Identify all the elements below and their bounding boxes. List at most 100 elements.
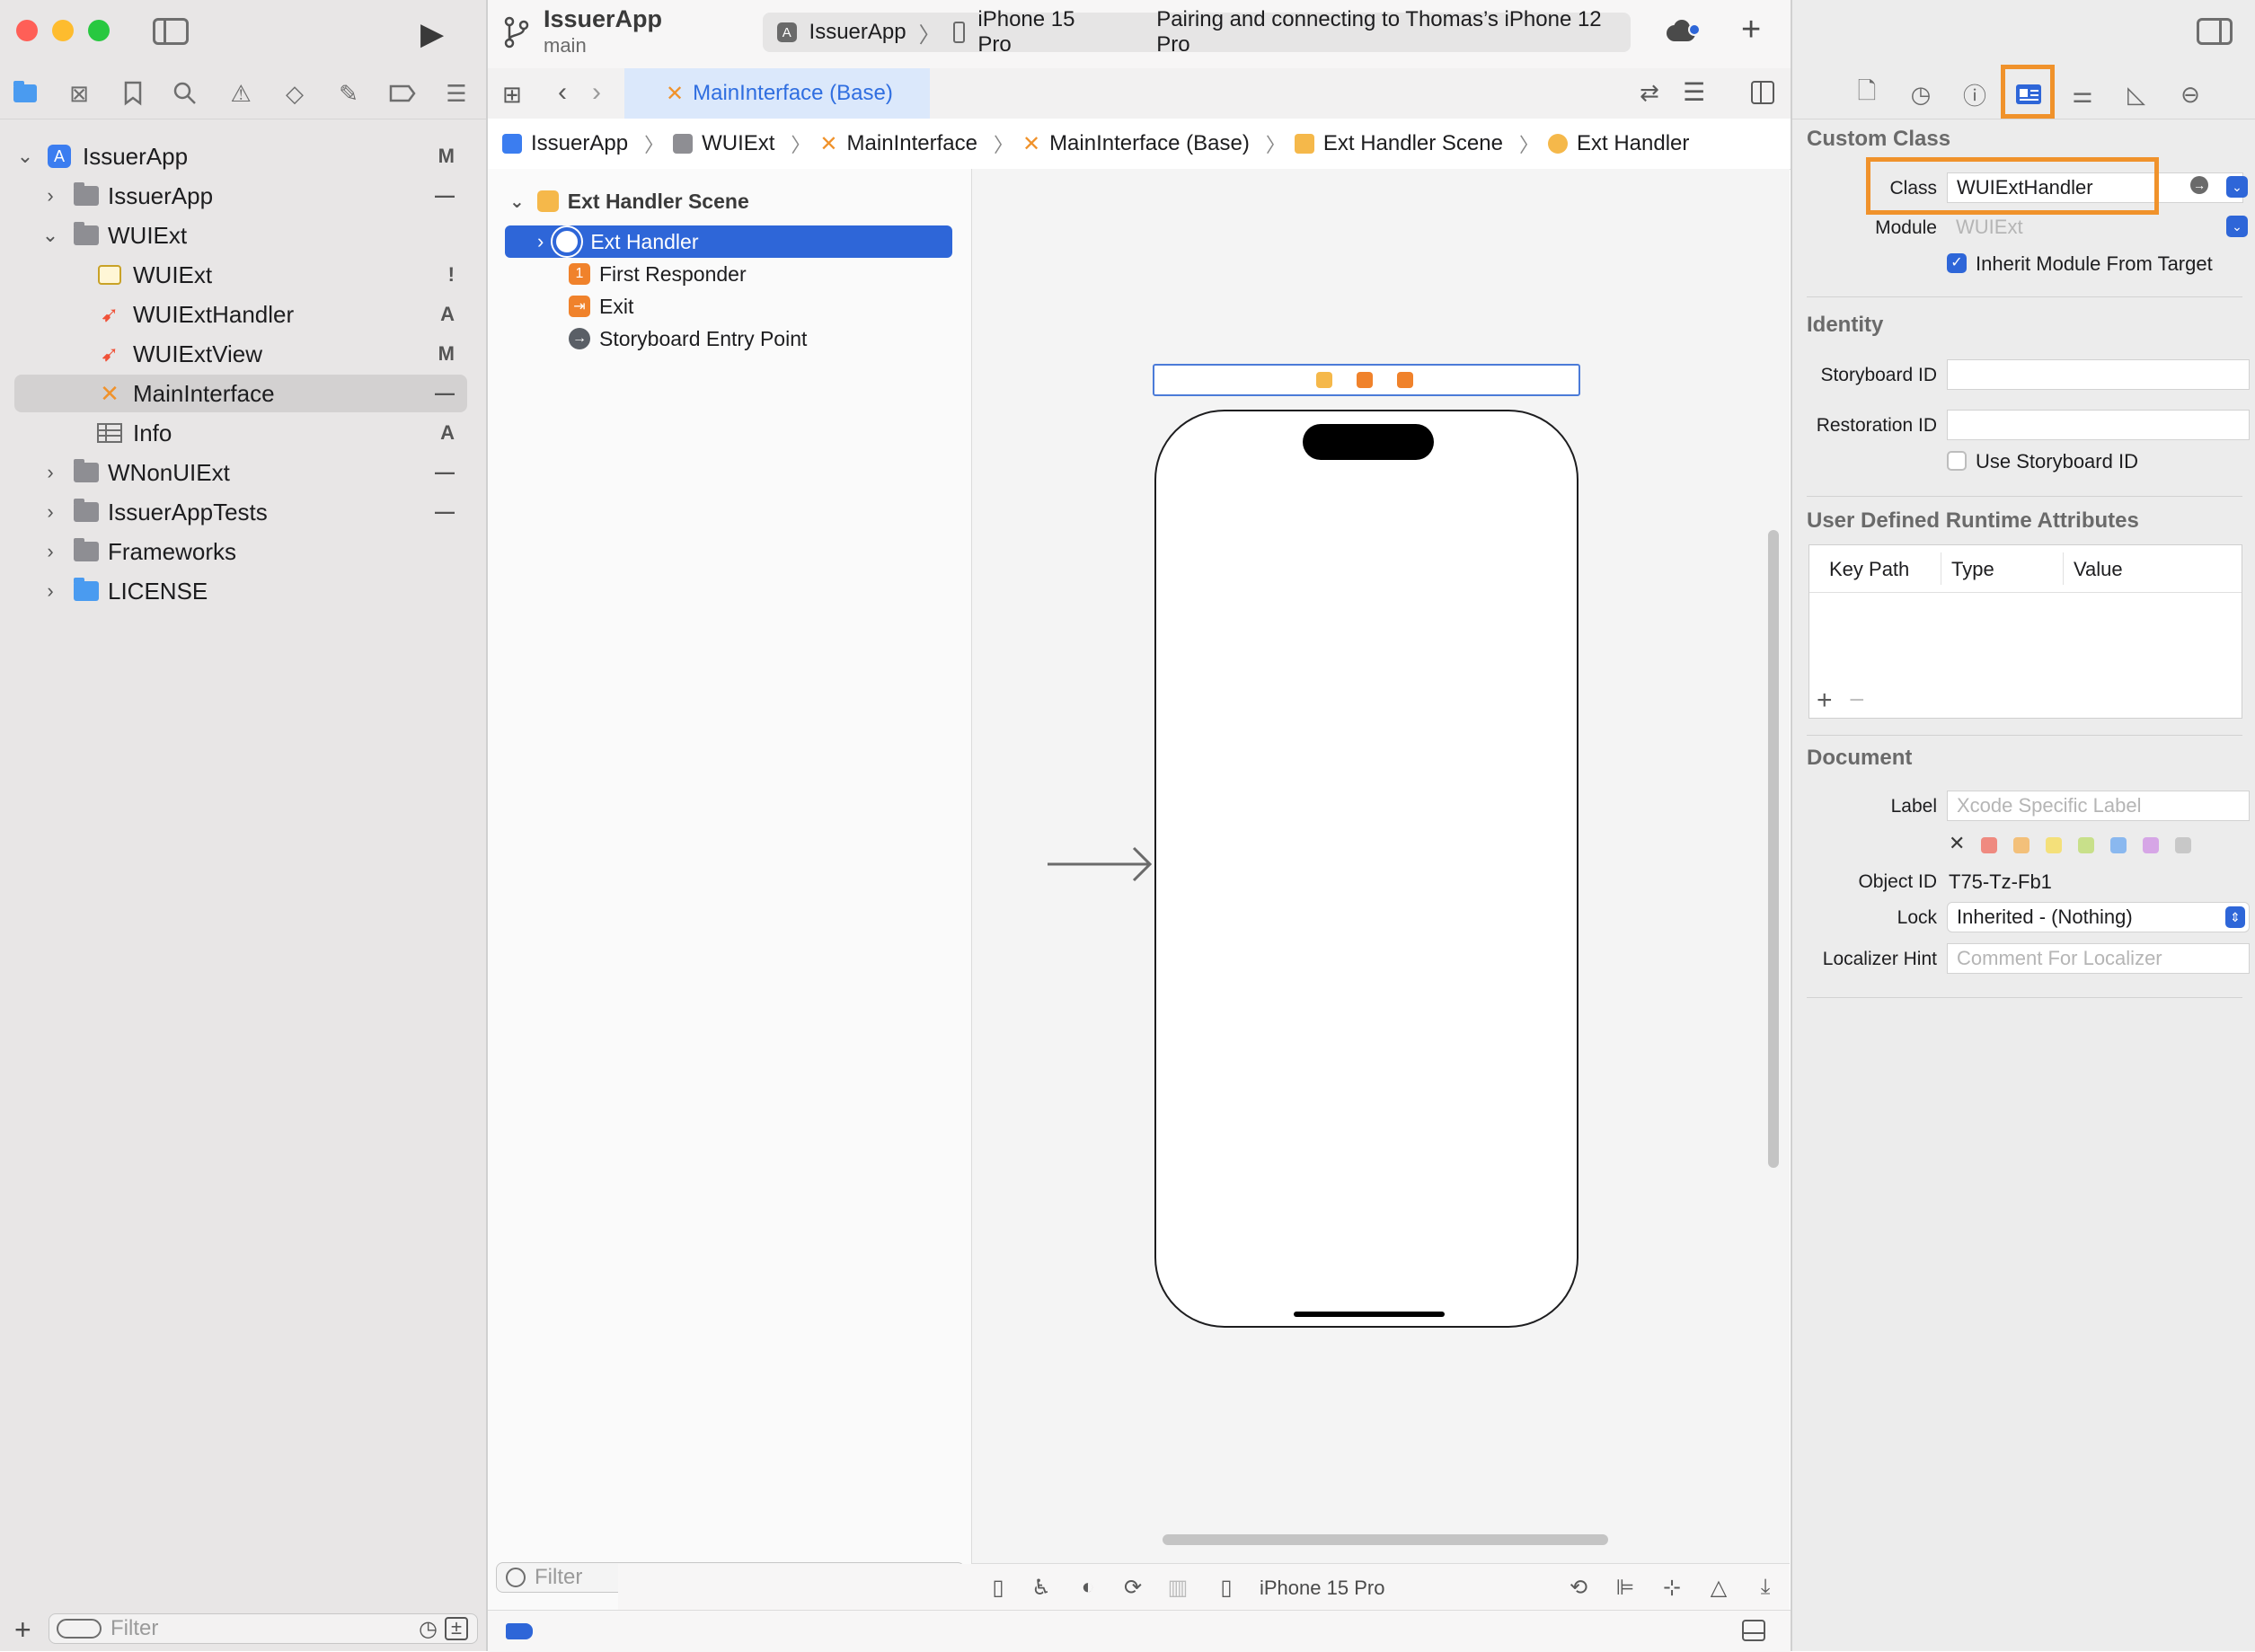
attributes-inspector-icon[interactable]: ⚌ — [2067, 79, 2098, 110]
exit-icon[interactable] — [1397, 372, 1413, 388]
outline-item-first-responder[interactable]: 1 First Responder — [569, 258, 747, 290]
chevron-right-icon[interactable]: › — [537, 230, 544, 253]
related-items-grid-icon[interactable]: ⊞ — [502, 81, 522, 109]
appearance-icon[interactable]: ◐ — [1074, 1575, 1101, 1600]
run-button[interactable]: ▶ — [420, 16, 444, 52]
updown-chevron-icon[interactable]: ⇕ — [2225, 906, 2245, 928]
breakpoint-icon[interactable] — [388, 79, 417, 108]
scene-dock[interactable] — [1153, 364, 1580, 396]
test-diamond-icon[interactable]: ◇ — [280, 79, 309, 108]
breakpoints-toggle-icon[interactable] — [506, 1623, 533, 1639]
entry-point-arrow-icon[interactable] — [1048, 844, 1155, 888]
debug-spray-icon[interactable]: ✎ — [334, 79, 363, 108]
cloud-icon[interactable] — [1667, 20, 1701, 41]
add-editor-icon[interactable] — [1751, 81, 1774, 104]
purple-label-swatch[interactable] — [2143, 837, 2159, 853]
changed-files-icon[interactable]: ± — [445, 1617, 468, 1640]
history-inspector-icon[interactable]: ◷ — [1906, 79, 1936, 110]
tab-maininterface-base[interactable]: ✕ MainInterface (Base) — [624, 68, 930, 119]
scheme-device[interactable]: iPhone 15 Pro — [977, 7, 1111, 57]
recent-files-icon[interactable]: ◷ — [419, 1616, 438, 1642]
breadcrumb-project[interactable]: IssuerApp — [502, 131, 628, 156]
green-label-swatch[interactable] — [2078, 837, 2094, 853]
class-dropdown-chevron-icon[interactable]: ⌄ — [2226, 176, 2248, 198]
chevron-right-icon[interactable]: › — [41, 540, 59, 563]
first-responder-icon[interactable] — [1357, 372, 1373, 388]
tree-item-frameworks[interactable]: › Frameworks — [14, 533, 467, 570]
module-field[interactable]: WUIExt — [1947, 212, 2243, 243]
file-inspector-icon[interactable]: 🗋 — [1852, 77, 1882, 110]
split-view-icon[interactable]: ▥ — [1164, 1575, 1191, 1600]
xcode-label-field[interactable]: Xcode Specific Label — [1947, 791, 2250, 821]
tree-item-maininterface[interactable]: ✕ MainInterface — — [14, 375, 467, 412]
close-window-button[interactable] — [16, 20, 38, 41]
align-icon[interactable]: ⊫ — [1612, 1575, 1639, 1600]
help-inspector-icon[interactable]: ⓘ — [1959, 79, 1990, 110]
breadcrumb-group[interactable]: WUIExt — [673, 131, 774, 156]
chevron-down-icon[interactable]: ⌄ — [41, 224, 59, 247]
blue-label-swatch[interactable] — [2110, 837, 2127, 853]
view-controller-icon[interactable] — [1316, 372, 1332, 388]
storyboard-canvas[interactable] — [972, 169, 1790, 1563]
chevron-down-icon[interactable]: ⌄ — [509, 190, 525, 213]
remove-attribute-button[interactable]: − — [1849, 685, 1865, 716]
tree-item-license[interactable]: › LICENSE — [14, 572, 467, 610]
chevron-right-icon[interactable]: › — [41, 579, 59, 603]
size-inspector-icon[interactable]: ◺ — [2121, 79, 2152, 110]
add-constraints-icon[interactable]: ⊹ — [1658, 1575, 1685, 1600]
toggle-inspector-icon[interactable] — [2197, 18, 2233, 45]
orientation-icon[interactable]: ⟳ — [1119, 1575, 1146, 1600]
chevron-right-icon[interactable]: › — [41, 184, 59, 208]
search-icon[interactable] — [171, 79, 199, 108]
report-icon[interactable]: ☰ — [442, 79, 471, 108]
chevron-right-icon[interactable]: › — [41, 500, 59, 524]
clear-label-color-icon[interactable]: ✕ — [1949, 832, 1965, 855]
tree-item-issuerapp-folder[interactable]: › IssuerApp — — [14, 177, 467, 215]
embed-in-icon[interactable]: ⤓ — [1752, 1575, 1779, 1600]
forward-arrow-icon[interactable]: › — [592, 77, 601, 108]
restoration-id-field[interactable] — [1947, 410, 2250, 440]
tree-item-issuerapp-project[interactable]: ⌄ A IssuerApp M — [14, 137, 467, 175]
filter-options-icon[interactable] — [57, 1619, 102, 1639]
accessibility-icon[interactable]: ♿ — [1028, 1575, 1055, 1600]
outline-item-entry-point[interactable]: → Storyboard Entry Point — [569, 322, 807, 355]
column-value[interactable]: Value — [2074, 558, 2123, 581]
runtime-attributes-table[interactable]: Key Path Type Value + − — [1808, 544, 2242, 719]
update-frames-icon[interactable]: ⟲ — [1565, 1575, 1592, 1600]
yellow-label-swatch[interactable] — [2046, 837, 2062, 853]
chevron-right-icon[interactable]: › — [41, 461, 59, 484]
add-attribute-button[interactable]: + — [1817, 685, 1833, 716]
swap-arrows-icon[interactable]: ⇄ — [1640, 79, 1659, 107]
red-label-swatch[interactable] — [1981, 837, 1997, 853]
outline-item-exit[interactable]: ⇥ Exit — [569, 290, 633, 322]
warning-icon[interactable]: ⚠ — [226, 79, 255, 108]
gray-label-swatch[interactable] — [2175, 837, 2191, 853]
breadcrumb-scene[interactable]: Ext Handler Scene — [1294, 131, 1503, 156]
tree-item-wuiext-folder[interactable]: ⌄ WUIExt — [14, 216, 467, 254]
tree-item-wuiextview[interactable]: ➹ WUIExtView M — [14, 335, 467, 373]
inherit-module-checkbox[interactable]: ✓ — [1947, 253, 1967, 273]
vertical-scrollbar[interactable] — [1768, 530, 1779, 1168]
library-add-button[interactable]: + — [1741, 11, 1761, 49]
orange-label-swatch[interactable] — [2013, 837, 2030, 853]
lock-popup[interactable]: Inherited - (Nothing) ⇕ — [1947, 902, 2250, 932]
toggle-outline-icon[interactable]: ▯ — [985, 1575, 1012, 1600]
tree-item-info[interactable]: Info A — [14, 414, 467, 452]
editor-options-icon[interactable]: ☰ — [1683, 77, 1705, 107]
go-to-class-icon[interactable]: → — [2190, 176, 2208, 194]
outline-item-ext-handler[interactable]: › Ext Handler — [505, 225, 952, 258]
resolve-issues-icon[interactable]: △ — [1705, 1575, 1732, 1600]
outline-scene-row[interactable]: ⌄ Ext Handler Scene — [509, 185, 749, 217]
device-selector[interactable]: iPhone 15 Pro — [1260, 1577, 1384, 1600]
tree-item-wuiexthandler[interactable]: ➹ WUIExtHandler A — [14, 296, 467, 333]
toggle-navigator-icon[interactable] — [153, 18, 189, 45]
folder-icon[interactable] — [11, 79, 40, 108]
zoom-window-button[interactable] — [88, 20, 110, 41]
source-control-icon[interactable]: ⊠ — [65, 79, 93, 108]
use-storyboard-id-checkbox[interactable] — [1947, 451, 1967, 471]
horizontal-scrollbar[interactable] — [1163, 1534, 1608, 1545]
connections-inspector-icon[interactable]: ⊖ — [2175, 79, 2206, 110]
back-arrow-icon[interactable]: ‹ — [558, 77, 567, 108]
device-icon[interactable]: ▯ — [1213, 1575, 1240, 1600]
tree-item-wuiext-target[interactable]: WUIExt ! — [14, 256, 467, 294]
